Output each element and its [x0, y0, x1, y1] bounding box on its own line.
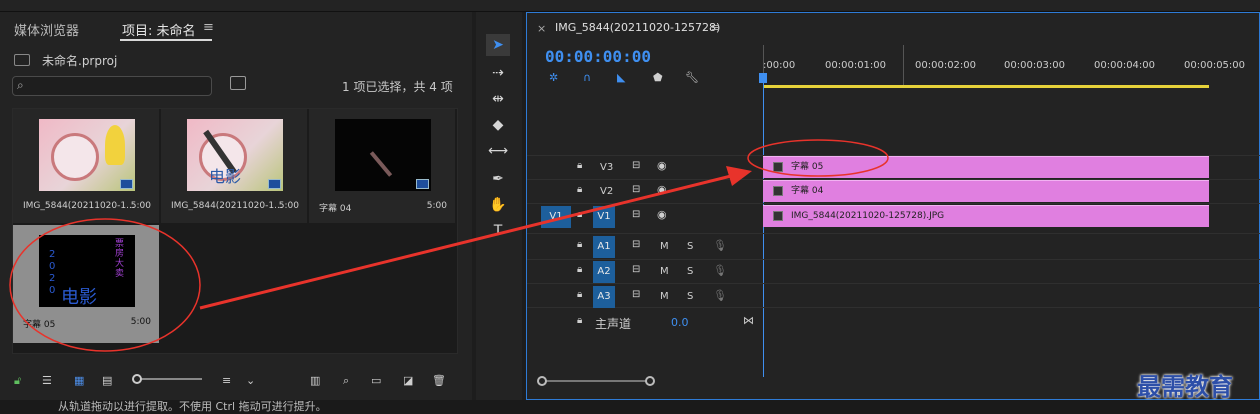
annotation-ellipse-source [9, 218, 201, 352]
arrow-head [726, 166, 752, 186]
annotation-ellipse-target [747, 139, 889, 177]
annotation-overlay [9, 139, 889, 352]
annotation-arrow [199, 173, 736, 310]
status-bar: 从轨道拖动以进行提取。不使用 Ctrl 拖动可进行提升。 [0, 400, 1260, 414]
